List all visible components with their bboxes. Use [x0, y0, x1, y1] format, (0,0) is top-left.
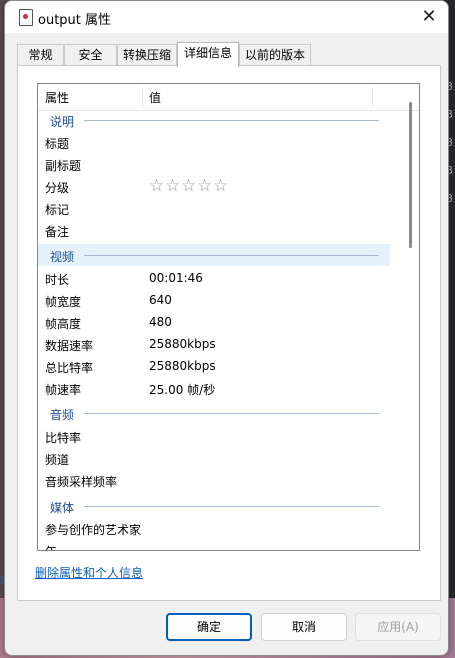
list-item[interactable]: 分级 ☆☆☆☆☆ [38, 175, 390, 197]
list-item[interactable]: 参与创作的艺术家 [38, 517, 390, 539]
property-name: 标记 [45, 203, 70, 217]
property-name: 频道 [45, 453, 70, 467]
group-label: 说明 [50, 115, 75, 129]
property-value: 640 [149, 293, 172, 307]
property-name: 帧宽度 [45, 295, 82, 309]
property-name: 备注 [45, 225, 70, 239]
title-bar[interactable]: output 属性 ✕ [5, 1, 448, 33]
tab-previous-versions[interactable]: 以前的版本 [239, 44, 311, 65]
property-name: 副标题 [45, 159, 82, 173]
property-name: 年 [45, 543, 57, 550]
list-header: 属性 值 [38, 84, 419, 111]
group-divider [84, 413, 379, 414]
property-name: 总比特率 [45, 361, 94, 375]
tab-convert-compress[interactable]: 转换压缩 [117, 44, 177, 65]
tab-security[interactable]: 安全 [64, 44, 117, 65]
star-icon[interactable]: ☆ [213, 176, 229, 196]
close-button[interactable]: ✕ [414, 3, 444, 31]
list-item[interactable]: 总比特率 25880kbps [38, 355, 390, 377]
remove-properties-link[interactable]: 删除属性和个人信息 [35, 564, 143, 581]
list-item[interactable]: 标记 [38, 197, 390, 219]
property-name: 音频采样频率 [45, 475, 118, 489]
window-title: output 属性 [38, 13, 112, 28]
property-list[interactable]: 属性 值 说明 标题 副标题 分级 ☆☆☆☆☆ 标记 备注 视频 时长 00:0… [37, 83, 420, 551]
group-divider [84, 255, 379, 256]
property-value: 00:01:46 [149, 271, 203, 285]
group-label: 视频 [50, 250, 75, 264]
property-name: 时长 [45, 273, 70, 287]
star-icon[interactable]: ☆ [165, 176, 181, 196]
column-divider[interactable] [372, 87, 373, 107]
list-item[interactable]: 帧宽度 640 [38, 289, 390, 311]
property-value: 25880kbps [149, 359, 216, 373]
list-item[interactable]: 年 [38, 539, 390, 550]
property-name: 数据速率 [45, 339, 94, 353]
list-item[interactable]: 帧速率 25.00 帧/秒 [38, 377, 390, 399]
property-name: 比特率 [45, 431, 82, 445]
group-description[interactable]: 说明 [38, 109, 390, 131]
apply-button[interactable]: 应用(A) [355, 613, 441, 641]
list-item[interactable]: 帧高度 480 [38, 311, 390, 333]
property-name: 分级 [45, 181, 70, 195]
group-audio[interactable]: 音频 [38, 402, 390, 424]
column-header-property[interactable]: 属性 [45, 89, 69, 106]
list-item[interactable]: 副标题 [38, 153, 390, 175]
group-divider [84, 120, 379, 121]
column-header-value[interactable]: 值 [149, 89, 161, 106]
cancel-button[interactable]: 取消 [261, 613, 347, 641]
list-item[interactable]: 频道 [38, 447, 390, 469]
column-divider[interactable] [142, 87, 143, 107]
group-label: 媒体 [50, 501, 75, 515]
vertical-scrollbar[interactable] [409, 102, 412, 248]
list-item[interactable]: 时长 00:01:46 [38, 267, 390, 289]
star-icon[interactable]: ☆ [181, 176, 197, 196]
property-name: 帧高度 [45, 317, 82, 331]
details-panel: 属性 值 说明 标题 副标题 分级 ☆☆☆☆☆ 标记 备注 视频 时长 00:0… [17, 65, 441, 601]
tab-details[interactable]: 详细信息 [177, 42, 239, 67]
group-divider [84, 506, 379, 507]
properties-dialog: output 属性 ✕ 常规 安全 转换压缩 详细信息 以前的版本 属性 值 说… [4, 0, 449, 656]
list-item[interactable]: 音频采样频率 [38, 469, 390, 491]
list-item[interactable]: 数据速率 25880kbps [38, 333, 390, 355]
list-item[interactable]: 比特率 [38, 425, 390, 447]
tab-general[interactable]: 常规 [17, 44, 64, 65]
property-value: 25880kbps [149, 337, 216, 351]
list-item[interactable]: 标题 [38, 131, 390, 153]
property-value: 25.00 帧/秒 [149, 383, 216, 397]
star-icon[interactable]: ☆ [149, 176, 165, 196]
property-value: 480 [149, 315, 172, 329]
group-label: 音频 [50, 408, 75, 422]
video-file-icon [19, 9, 33, 26]
property-name: 标题 [45, 137, 70, 151]
property-name: 参与创作的艺术家 [45, 523, 142, 537]
ok-button[interactable]: 确定 [166, 613, 252, 641]
rating-stars[interactable]: ☆☆☆☆☆ [149, 176, 229, 196]
star-icon[interactable]: ☆ [197, 176, 213, 196]
property-name: 帧速率 [45, 383, 82, 397]
group-media[interactable]: 媒体 [38, 495, 390, 517]
group-video[interactable]: 视频 [38, 244, 390, 266]
list-item[interactable]: 备注 [38, 219, 390, 241]
